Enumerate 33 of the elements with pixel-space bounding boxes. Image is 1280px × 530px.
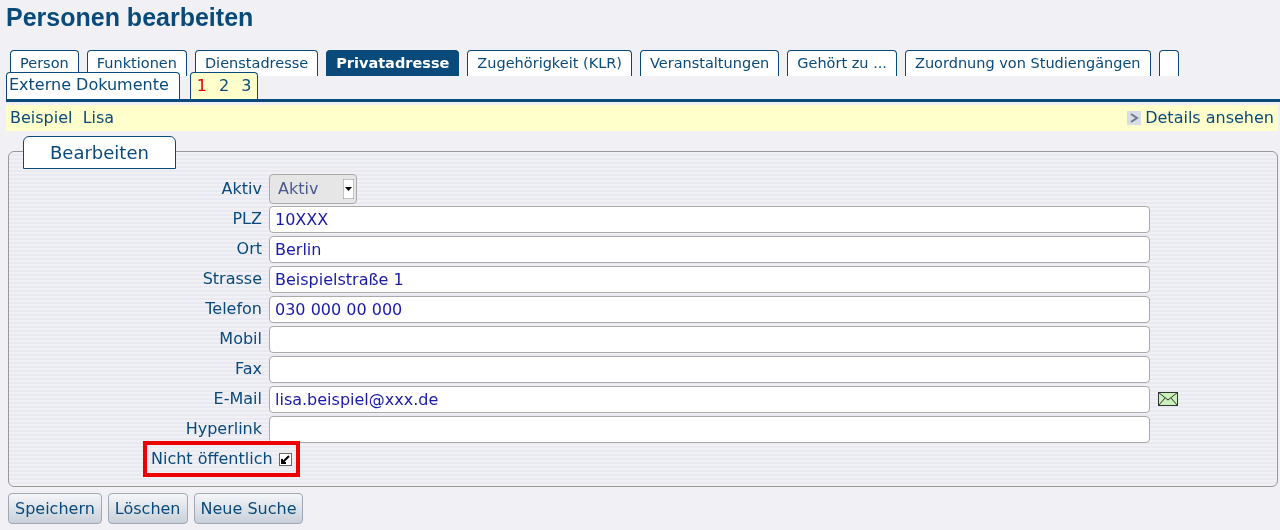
page-title: Personen bearbeiten xyxy=(6,2,255,33)
tab[interactable]: Zugehörigkeit (KLR) xyxy=(467,50,632,76)
form-button[interactable]: Neue Suche xyxy=(193,493,304,524)
person-name: Beispiel Lisa xyxy=(10,107,115,129)
field-label: PLZ xyxy=(231,208,263,230)
field-label: Mobil xyxy=(218,328,263,350)
input-field[interactable]: 10XXX xyxy=(269,205,1150,233)
checkbox-label: Nicht öffentlich xyxy=(151,448,273,470)
tab[interactable]: Veranstaltungen xyxy=(639,50,780,76)
tab[interactable]: Gehört zu ... xyxy=(787,50,897,76)
tab[interactable]: Zuordnung von Studiengängen xyxy=(905,50,1151,76)
details-link[interactable]: Details ansehen xyxy=(1145,106,1274,130)
field-label: Ort xyxy=(235,238,263,260)
field-label: Aktiv xyxy=(220,178,263,200)
page-link[interactable]: 3 xyxy=(241,74,252,98)
select-field: Aktiv xyxy=(269,174,357,204)
tab[interactable]: Externe Dokumente xyxy=(6,72,180,99)
form-button[interactable]: Löschen xyxy=(107,493,188,524)
input-field[interactable]: Beispielstraße 1 xyxy=(269,265,1150,293)
input-field[interactable]: 030 000 00 000 xyxy=(269,295,1150,323)
tab[interactable]: Privatadresse xyxy=(326,50,460,76)
field-label: E-Mail xyxy=(212,388,263,410)
field-label: Telefon xyxy=(204,298,263,320)
section-legend: Bearbeiten xyxy=(23,136,176,169)
field-label: Fax xyxy=(234,358,263,380)
page-link[interactable]: 2 xyxy=(218,74,230,98)
input-field[interactable]: lisa.beispiel@xxx.de xyxy=(269,385,1150,413)
input-field[interactable]: Berlin xyxy=(269,235,1150,263)
field-label: Hyperlink xyxy=(184,418,263,440)
field-label: Strasse xyxy=(201,268,263,290)
form-button[interactable]: Speichern xyxy=(8,493,102,524)
tab[interactable]: Dienstadresse xyxy=(194,50,319,76)
page-link[interactable]: 1 xyxy=(196,74,207,98)
